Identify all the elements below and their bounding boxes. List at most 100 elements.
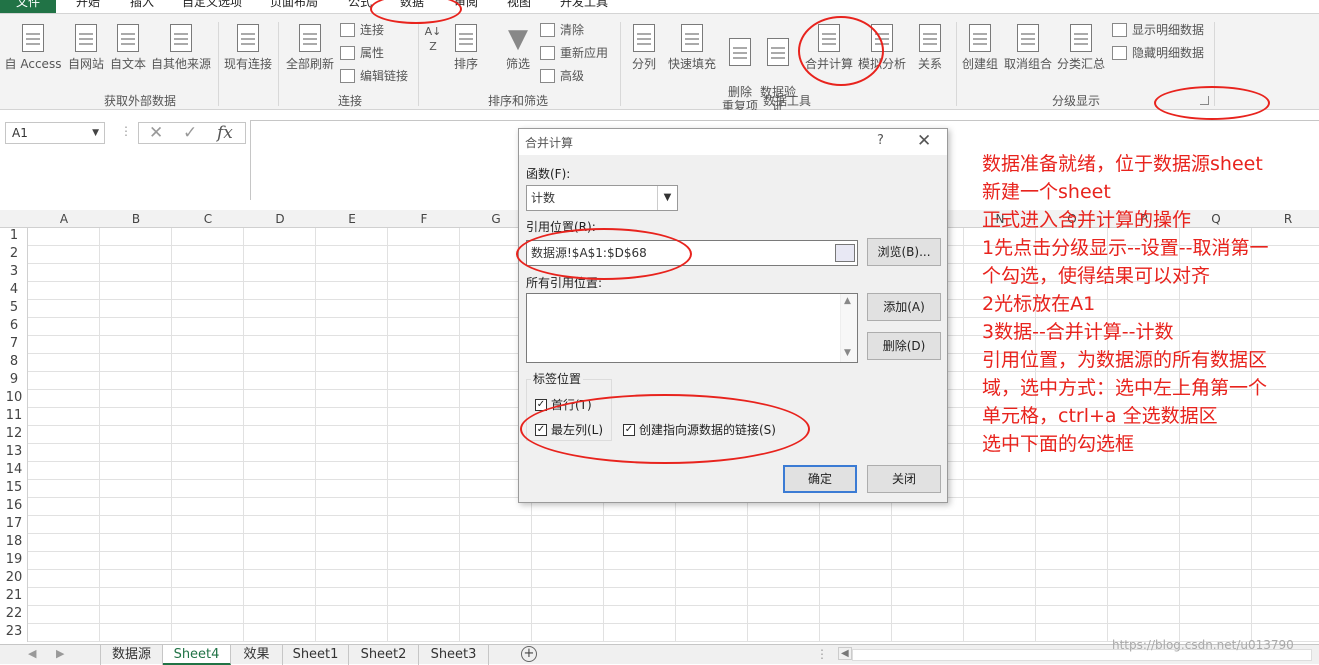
tab-developer[interactable]: 开发工具: [560, 0, 608, 10]
next-sheet-icon[interactable]: ▶: [56, 647, 64, 660]
tab-view[interactable]: 视图: [507, 0, 531, 10]
close-icon[interactable]: ✕: [917, 131, 931, 151]
tab-custom[interactable]: 自定义选项: [182, 0, 242, 10]
row-header[interactable]: 8: [2, 354, 26, 369]
group-sort-filter: 排序和筛选: [487, 94, 548, 108]
delete-button[interactable]: 删除(D): [867, 332, 941, 360]
tab-page-layout[interactable]: 页面布局: [270, 0, 318, 10]
add-button[interactable]: 添加(A): [867, 293, 941, 321]
row-header[interactable]: 3: [2, 264, 26, 279]
row-header[interactable]: 16: [2, 498, 26, 513]
relationships-button[interactable]: 关系: [912, 24, 948, 71]
advanced-filter-button[interactable]: 高级: [540, 66, 584, 86]
row-header[interactable]: 17: [2, 516, 26, 531]
row-header[interactable]: 5: [2, 300, 26, 315]
scroll-up-icon[interactable]: ▲: [844, 296, 851, 306]
row-header[interactable]: 11: [2, 408, 26, 423]
list-scrollbar[interactable]: ▲ ▼: [840, 294, 857, 362]
group-connections: 连接: [337, 94, 362, 108]
group-button[interactable]: 创建组: [960, 24, 1000, 71]
all-references-list[interactable]: ▲ ▼: [526, 293, 858, 363]
from-other-sources-button[interactable]: 自其他来源: [148, 24, 214, 71]
tab-home[interactable]: 开始: [76, 0, 100, 10]
row-header[interactable]: 20: [2, 570, 26, 585]
clear-filter-button[interactable]: 清除: [540, 20, 584, 40]
chevron-down-icon[interactable]: ▼: [657, 186, 677, 210]
from-web-button[interactable]: 自网站: [64, 24, 108, 71]
sort-button[interactable]: 排序: [448, 24, 484, 71]
sort-az-icon: A↓ Z: [424, 25, 442, 53]
ok-button[interactable]: 确定: [783, 465, 857, 493]
properties-icon: [340, 46, 355, 60]
sheet-tab[interactable]: 效果: [231, 645, 283, 665]
row-header[interactable]: 13: [2, 444, 26, 459]
scroll-left-icon[interactable]: ◀: [838, 647, 852, 660]
advanced-icon: [540, 69, 555, 83]
sheet-tab[interactable]: Sheet3: [419, 645, 489, 665]
tab-formulas[interactable]: 公式: [348, 0, 372, 10]
text-to-columns-button[interactable]: 分列: [626, 24, 662, 71]
highlight-checkboxes: [520, 394, 810, 464]
edit-links-button[interactable]: 编辑链接: [340, 66, 408, 86]
subtotal-button[interactable]: 分类汇总: [1054, 24, 1108, 71]
annotation-text: 数据准备就绪，位于数据源sheet 新建一个sheet 正式进入合并计算的操作 1先点…: [982, 150, 1312, 458]
enter-icon[interactable]: ✓: [183, 123, 197, 143]
tab-insert[interactable]: 插入: [130, 0, 154, 10]
data-validation-icon: [763, 38, 793, 68]
row-header[interactable]: 19: [2, 552, 26, 567]
prev-sheet-icon[interactable]: ◀: [28, 647, 36, 660]
add-sheet-icon[interactable]: +: [521, 646, 537, 662]
column-header[interactable]: B: [100, 212, 172, 226]
row-header[interactable]: 23: [2, 624, 26, 639]
collapse-dialog-icon[interactable]: [835, 244, 855, 262]
scroll-down-icon[interactable]: ▼: [844, 348, 851, 358]
reapply-icon: [540, 46, 555, 60]
filter-button[interactable]: ▼ 筛选: [500, 24, 536, 71]
function-select[interactable]: 计数 ▼: [526, 185, 678, 211]
column-header[interactable]: E: [316, 212, 388, 226]
help-icon[interactable]: ?: [877, 133, 884, 148]
sheet-tab[interactable]: Sheet2: [349, 645, 419, 665]
row-header[interactable]: 18: [2, 534, 26, 549]
column-header[interactable]: A: [28, 212, 100, 226]
row-header[interactable]: 6: [2, 318, 26, 333]
properties-button[interactable]: 属性: [340, 43, 384, 63]
ungroup-button[interactable]: 取消组合: [1002, 24, 1054, 71]
existing-connections-button[interactable]: 现有连接: [222, 24, 274, 71]
reapply-button[interactable]: 重新应用: [540, 43, 608, 63]
from-access-button[interactable]: 自 Access: [4, 24, 62, 71]
close-button[interactable]: 关闭: [867, 465, 941, 493]
tab-file[interactable]: 文件: [0, 0, 56, 13]
sheet-tab[interactable]: 数据源: [101, 645, 163, 665]
row-header[interactable]: 7: [2, 336, 26, 351]
flash-fill-button[interactable]: 快速填充: [664, 24, 720, 71]
row-header[interactable]: 1: [2, 228, 26, 243]
from-text-button[interactable]: 自文本: [108, 24, 148, 71]
hide-detail-button[interactable]: 隐藏明细数据: [1112, 43, 1204, 63]
row-header[interactable]: 2: [2, 246, 26, 261]
row-header[interactable]: 10: [2, 390, 26, 405]
column-header[interactable]: C: [172, 212, 244, 226]
sheet-tab[interactable]: Sheet1: [283, 645, 349, 665]
column-header[interactable]: F: [388, 212, 460, 226]
show-detail-button[interactable]: 显示明细数据: [1112, 20, 1204, 40]
watermark: https://blog.csdn.net/u013790: [1112, 638, 1294, 652]
row-header[interactable]: 9: [2, 372, 26, 387]
row-header[interactable]: 4: [2, 282, 26, 297]
connections-button[interactable]: 连接: [340, 20, 384, 40]
refresh-all-button[interactable]: 全部刷新: [284, 24, 336, 71]
browse-button[interactable]: 浏览(B)...: [867, 238, 941, 266]
row-header[interactable]: 12: [2, 426, 26, 441]
row-header[interactable]: 22: [2, 606, 26, 621]
chevron-down-icon[interactable]: ▼: [92, 123, 99, 143]
fx-icon[interactable]: fx: [217, 123, 233, 143]
column-header[interactable]: D: [244, 212, 316, 226]
row-header[interactable]: 15: [2, 480, 26, 495]
sort-az-button[interactable]: A↓ Z: [422, 24, 444, 54]
sheet-tab-active[interactable]: Sheet4: [163, 645, 231, 665]
row-header[interactable]: 14: [2, 462, 26, 477]
cancel-icon[interactable]: ✕: [149, 123, 163, 143]
row-header[interactable]: 21: [2, 588, 26, 603]
hide-detail-icon: [1112, 46, 1127, 60]
name-box[interactable]: A1 ▼: [5, 122, 105, 144]
